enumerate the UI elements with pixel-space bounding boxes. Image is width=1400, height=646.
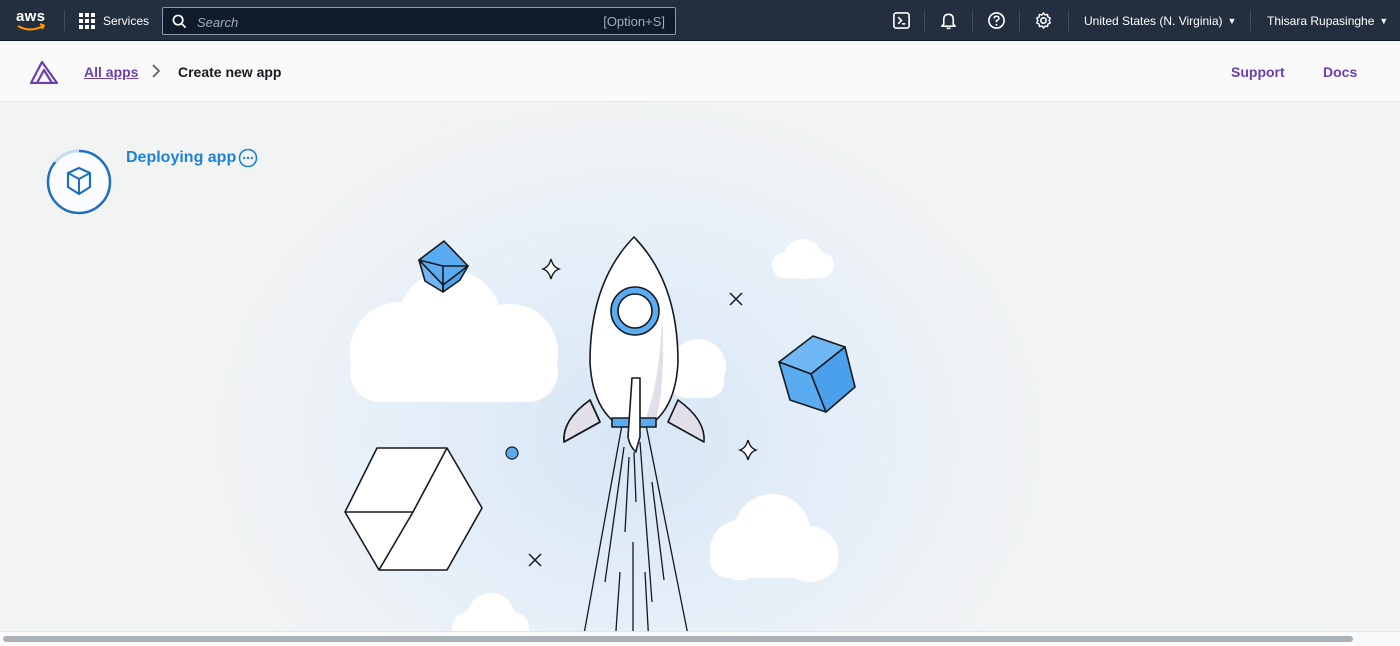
search-input[interactable] xyxy=(195,11,579,33)
cloud-right xyxy=(710,494,838,582)
settings-icon[interactable] xyxy=(1034,11,1053,30)
horizontal-scrollbar[interactable] xyxy=(0,631,1400,646)
search-icon xyxy=(172,14,187,29)
divider xyxy=(64,10,65,31)
cube-blue-right xyxy=(778,335,856,413)
aws-top-nav: aws Services [Option+S] xyxy=(0,0,1400,41)
grid-icon xyxy=(79,13,95,29)
caret-down-icon: ▼ xyxy=(1379,16,1389,26)
docs-link[interactable]: Docs xyxy=(1323,64,1357,80)
divider xyxy=(1068,10,1069,31)
bell-icon[interactable] xyxy=(939,11,958,30)
scrollbar-thumb[interactable] xyxy=(3,636,1353,642)
divider xyxy=(1019,10,1020,31)
rocket-illustration xyxy=(344,236,856,645)
caret-down-icon: ▼ xyxy=(1227,16,1237,26)
app-header: All apps Create new app Support Docs xyxy=(0,41,1400,102)
cube-white-left xyxy=(344,447,483,571)
breadcrumb-all-apps[interactable]: All apps xyxy=(84,64,138,80)
services-menu-button[interactable]: Services xyxy=(79,11,149,31)
chevron-right-icon xyxy=(152,64,161,78)
search-box[interactable]: [Option+S] xyxy=(162,7,676,35)
breadcrumb-current: Create new app xyxy=(178,64,282,80)
help-icon[interactable] xyxy=(987,11,1006,30)
cloud-large-left xyxy=(350,270,558,402)
region-selector[interactable]: United States (N. Virginia) ▼ xyxy=(1084,14,1236,28)
rocket-exhaust xyxy=(581,424,691,645)
user-name: Thisara Rupasinghe xyxy=(1267,14,1375,28)
services-label: Services xyxy=(103,14,150,28)
aws-smile-icon xyxy=(17,23,46,31)
aws-logo[interactable]: aws xyxy=(16,8,48,33)
blue-dot xyxy=(505,446,519,460)
divider xyxy=(1250,10,1251,31)
search-shortcut-hint: [Option+S] xyxy=(603,14,665,29)
divider xyxy=(924,10,925,31)
cloud-small-top-right xyxy=(772,239,834,279)
main-content: Deploying app xyxy=(0,102,1400,645)
cloudshell-icon[interactable] xyxy=(892,11,911,30)
region-label: United States (N. Virginia) xyxy=(1084,14,1223,28)
support-link[interactable]: Support xyxy=(1231,64,1285,80)
account-menu[interactable]: Thisara Rupasinghe ▼ xyxy=(1267,14,1388,28)
amplify-logo-icon[interactable] xyxy=(30,60,58,84)
divider xyxy=(972,10,973,31)
